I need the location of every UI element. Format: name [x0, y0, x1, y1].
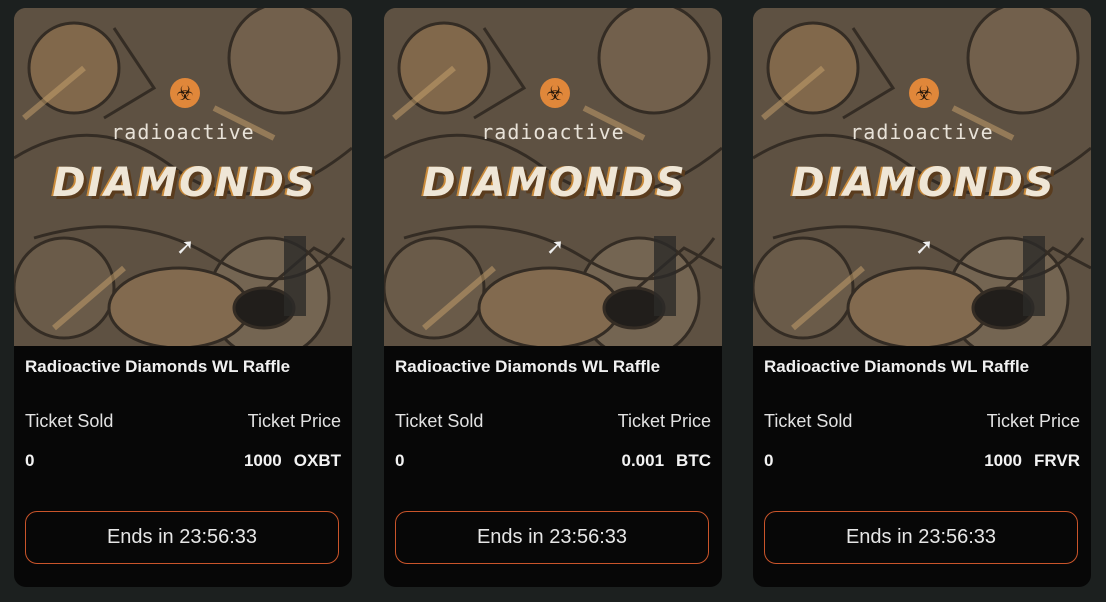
- cursor-arrow-icon: ➚: [546, 234, 565, 259]
- ends-in-button[interactable]: Ends in 23:56:33: [764, 511, 1078, 564]
- price-amount: 1000: [984, 451, 1023, 470]
- price-token: BTC: [676, 451, 711, 470]
- ticket-sold-value: 0: [25, 451, 35, 470]
- biohazard-icon: ☣: [540, 78, 570, 108]
- ends-in-button[interactable]: Ends in 23:56:33: [25, 511, 339, 564]
- ticket-price-label: Ticket Price: [617, 411, 711, 431]
- raffle-artwork[interactable]: ☣ radioactive DIAMONDS ➚: [384, 8, 722, 346]
- ticket-price-value: 1000 FRVR: [984, 451, 1080, 471]
- raffle-card[interactable]: ☣ radioactive DIAMONDS ➚ Radioactive Dia…: [14, 8, 352, 587]
- raffle-artwork[interactable]: ☣ radioactive DIAMONDS ➚: [753, 8, 1091, 346]
- ticket-price-value: 0.001 BTC: [622, 451, 712, 471]
- ticket-price-label: Ticket Price: [247, 411, 341, 431]
- biohazard-icon: ☣: [909, 78, 939, 108]
- cursor-arrow-icon: ➚: [915, 234, 934, 259]
- ticket-sold-label: Ticket Sold: [764, 411, 853, 431]
- price-amount: 0.001: [621, 451, 665, 470]
- artwork-logo: DIAMONDS: [52, 160, 317, 206]
- raffle-grid: ☣ radioactive DIAMONDS ➚ Radioactive Dia…: [0, 0, 1106, 602]
- raffle-title: Radioactive Diamonds WL Raffle: [764, 357, 1030, 376]
- price-token: FRVR: [1034, 451, 1080, 470]
- artwork-logo: DIAMONDS: [422, 160, 687, 206]
- ticket-price-label: Ticket Price: [986, 411, 1080, 431]
- ticket-sold-label: Ticket Sold: [395, 411, 484, 431]
- raffle-card[interactable]: ☣ radioactive DIAMONDS ➚ Radioactive Dia…: [384, 8, 722, 587]
- cursor-arrow-icon: ➚: [176, 234, 195, 259]
- raffle-card[interactable]: ☣ radioactive DIAMONDS ➚ Radioactive Dia…: [753, 8, 1091, 587]
- raffle-artwork[interactable]: ☣ radioactive DIAMONDS ➚: [14, 8, 352, 346]
- raffle-title: Radioactive Diamonds WL Raffle: [25, 357, 291, 376]
- ends-in-button[interactable]: Ends in 23:56:33: [395, 511, 709, 564]
- artwork-heading: radioactive: [850, 120, 994, 144]
- artwork-heading: radioactive: [111, 120, 255, 144]
- price-amount: 1000: [243, 451, 282, 470]
- ticket-sold-label: Ticket Sold: [25, 411, 114, 431]
- artwork-heading: radioactive: [481, 120, 625, 144]
- biohazard-icon: ☣: [170, 78, 200, 108]
- ticket-price-value: 1000 OXBT: [244, 451, 341, 471]
- ticket-sold-value: 0: [764, 451, 774, 470]
- price-token: OXBT: [293, 451, 341, 470]
- artwork-logo: DIAMONDS: [791, 160, 1056, 206]
- ticket-sold-value: 0: [395, 451, 405, 470]
- raffle-title: Radioactive Diamonds WL Raffle: [395, 357, 661, 376]
